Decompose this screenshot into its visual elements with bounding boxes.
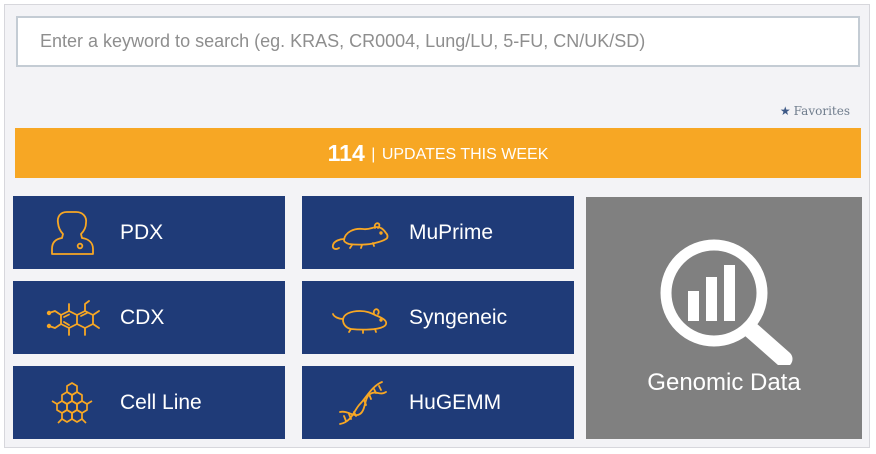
tile-cdx[interactable]: CDX: [13, 281, 285, 354]
search-input[interactable]: [16, 16, 860, 67]
tile-hugemm[interactable]: HuGEMM: [302, 366, 574, 439]
tile-muprime[interactable]: MuPrime: [302, 196, 574, 269]
tile-syngeneic[interactable]: Syngeneic: [302, 281, 574, 354]
molecule-icon: [46, 300, 100, 336]
tile-pdx-label: PDX: [120, 221, 164, 244]
updates-banner[interactable]: 114 | UPDATES THIS WEEK: [15, 128, 861, 178]
favorites-link[interactable]: ★ Favorites: [780, 104, 850, 118]
tile-genomic-data-label: Genomic Data: [647, 369, 801, 396]
updates-count: 114: [327, 140, 365, 166]
tile-cell-line-label: Cell Line: [120, 391, 202, 414]
favorites-label: Favorites: [793, 104, 850, 118]
tile-cdx-label: CDX: [120, 306, 165, 329]
dna-helix-icon: [339, 381, 387, 425]
mouse-icon: [331, 222, 389, 250]
magnifier-bar-chart-icon: [660, 239, 793, 365]
tile-muprime-label: MuPrime: [409, 221, 494, 244]
tile-syngeneic-label: Syngeneic: [409, 306, 508, 329]
updates-label: UPDATES THIS WEEK: [381, 146, 549, 163]
star-icon: ★: [779, 104, 791, 118]
honeycomb-cells-icon: [51, 382, 93, 424]
person-bust-icon: [51, 211, 94, 255]
tile-genomic-data[interactable]: Genomic Data: [586, 197, 862, 439]
updates-separator: |: [371, 146, 376, 163]
mouse-icon: [332, 308, 388, 334]
tile-pdx[interactable]: PDX: [13, 196, 285, 269]
tile-hugemm-label: HuGEMM: [409, 391, 502, 414]
tile-cell-line[interactable]: Cell Line: [13, 366, 285, 439]
